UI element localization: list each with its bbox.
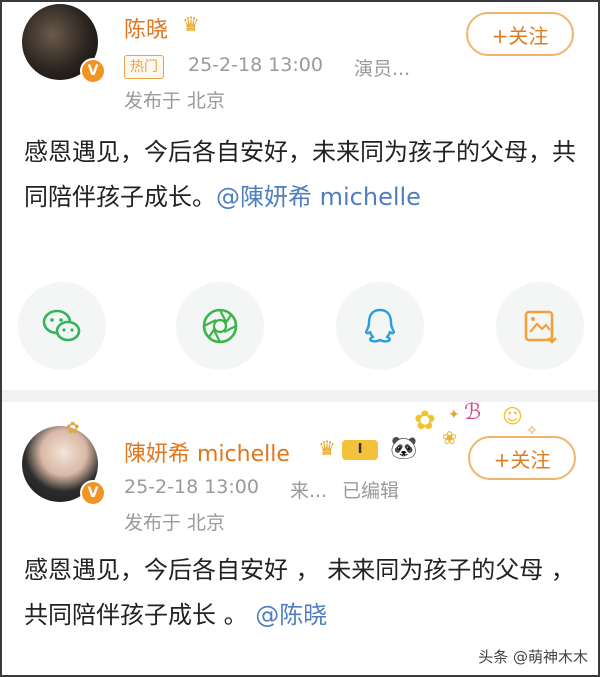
verified-badge-icon: V (80, 58, 106, 84)
member-level-badge: I (342, 440, 378, 460)
share-qq-button[interactable] (336, 282, 424, 370)
post-source: 演员... (354, 58, 411, 80)
post-divider (2, 390, 598, 402)
crown-icon: ♛ (318, 436, 336, 460)
moments-icon (202, 308, 238, 344)
panda-icon: 🐼 (390, 436, 418, 461)
hot-tag-badge: 热门 (124, 55, 164, 79)
sparkle-icon: ✦ (448, 407, 460, 423)
post-content: 感恩遇见，今后各自安好 ， 未来同为孩子的父母 ， 共同陪伴孩子成长 。 @陈晓 (24, 548, 580, 638)
share-moments-button[interactable] (176, 282, 264, 370)
edited-label: 已编辑 (342, 480, 400, 502)
save-image-button[interactable] (496, 282, 584, 370)
author-name[interactable]: 陳妍希 michelle (124, 436, 290, 468)
post-location: 发布于 北京 (124, 90, 226, 112)
avatar-decoration-icon: ✿ (66, 418, 80, 437)
post-timestamp: 25-2-18 13:00 (188, 54, 323, 76)
post-source: 来... (290, 480, 328, 502)
mention-link[interactable]: @陈晓 (255, 601, 327, 629)
flower-small-icon: ❀ (442, 428, 458, 449)
smiley-icon: ☺ (502, 404, 523, 428)
share-wechat-button[interactable] (18, 282, 106, 370)
post-location: 发布于 北京 (124, 512, 226, 534)
weibo-post-2: ✿ V 陳妍希 michelle ♛ I 🐼 ✿ ❀ ℬ ☺ ✦ ✧ 25-2-… (2, 402, 598, 675)
flower-icon: ✿ (414, 406, 436, 436)
watermark: 头条 @萌神木木 (478, 648, 588, 666)
share-bar (2, 282, 598, 372)
crown-icon: ♛ (182, 12, 200, 36)
follow-button[interactable]: +关注 (466, 12, 574, 56)
post-content: 感恩遇见，今后各自安好，未来同为孩子的父母，共同陪伴孩子成长。@陳妍希 mich… (24, 130, 580, 220)
weibo-post-1: V 陈晓 ♛ 热门 25-2-18 13:00 演员... 发布于 北京 +关注… (2, 2, 598, 390)
save-image-icon (524, 310, 557, 344)
author-name[interactable]: 陈晓 (124, 12, 168, 44)
follow-button[interactable]: +关注 (468, 436, 576, 480)
verified-badge-icon: V (80, 480, 106, 506)
mention-link[interactable]: @陳妍希 michelle (216, 183, 421, 211)
post-timestamp: 25-2-18 13:00 (124, 476, 259, 498)
decoration-swirl-icon: ℬ (464, 400, 482, 425)
qq-icon (364, 308, 396, 343)
wechat-icon (42, 309, 81, 342)
